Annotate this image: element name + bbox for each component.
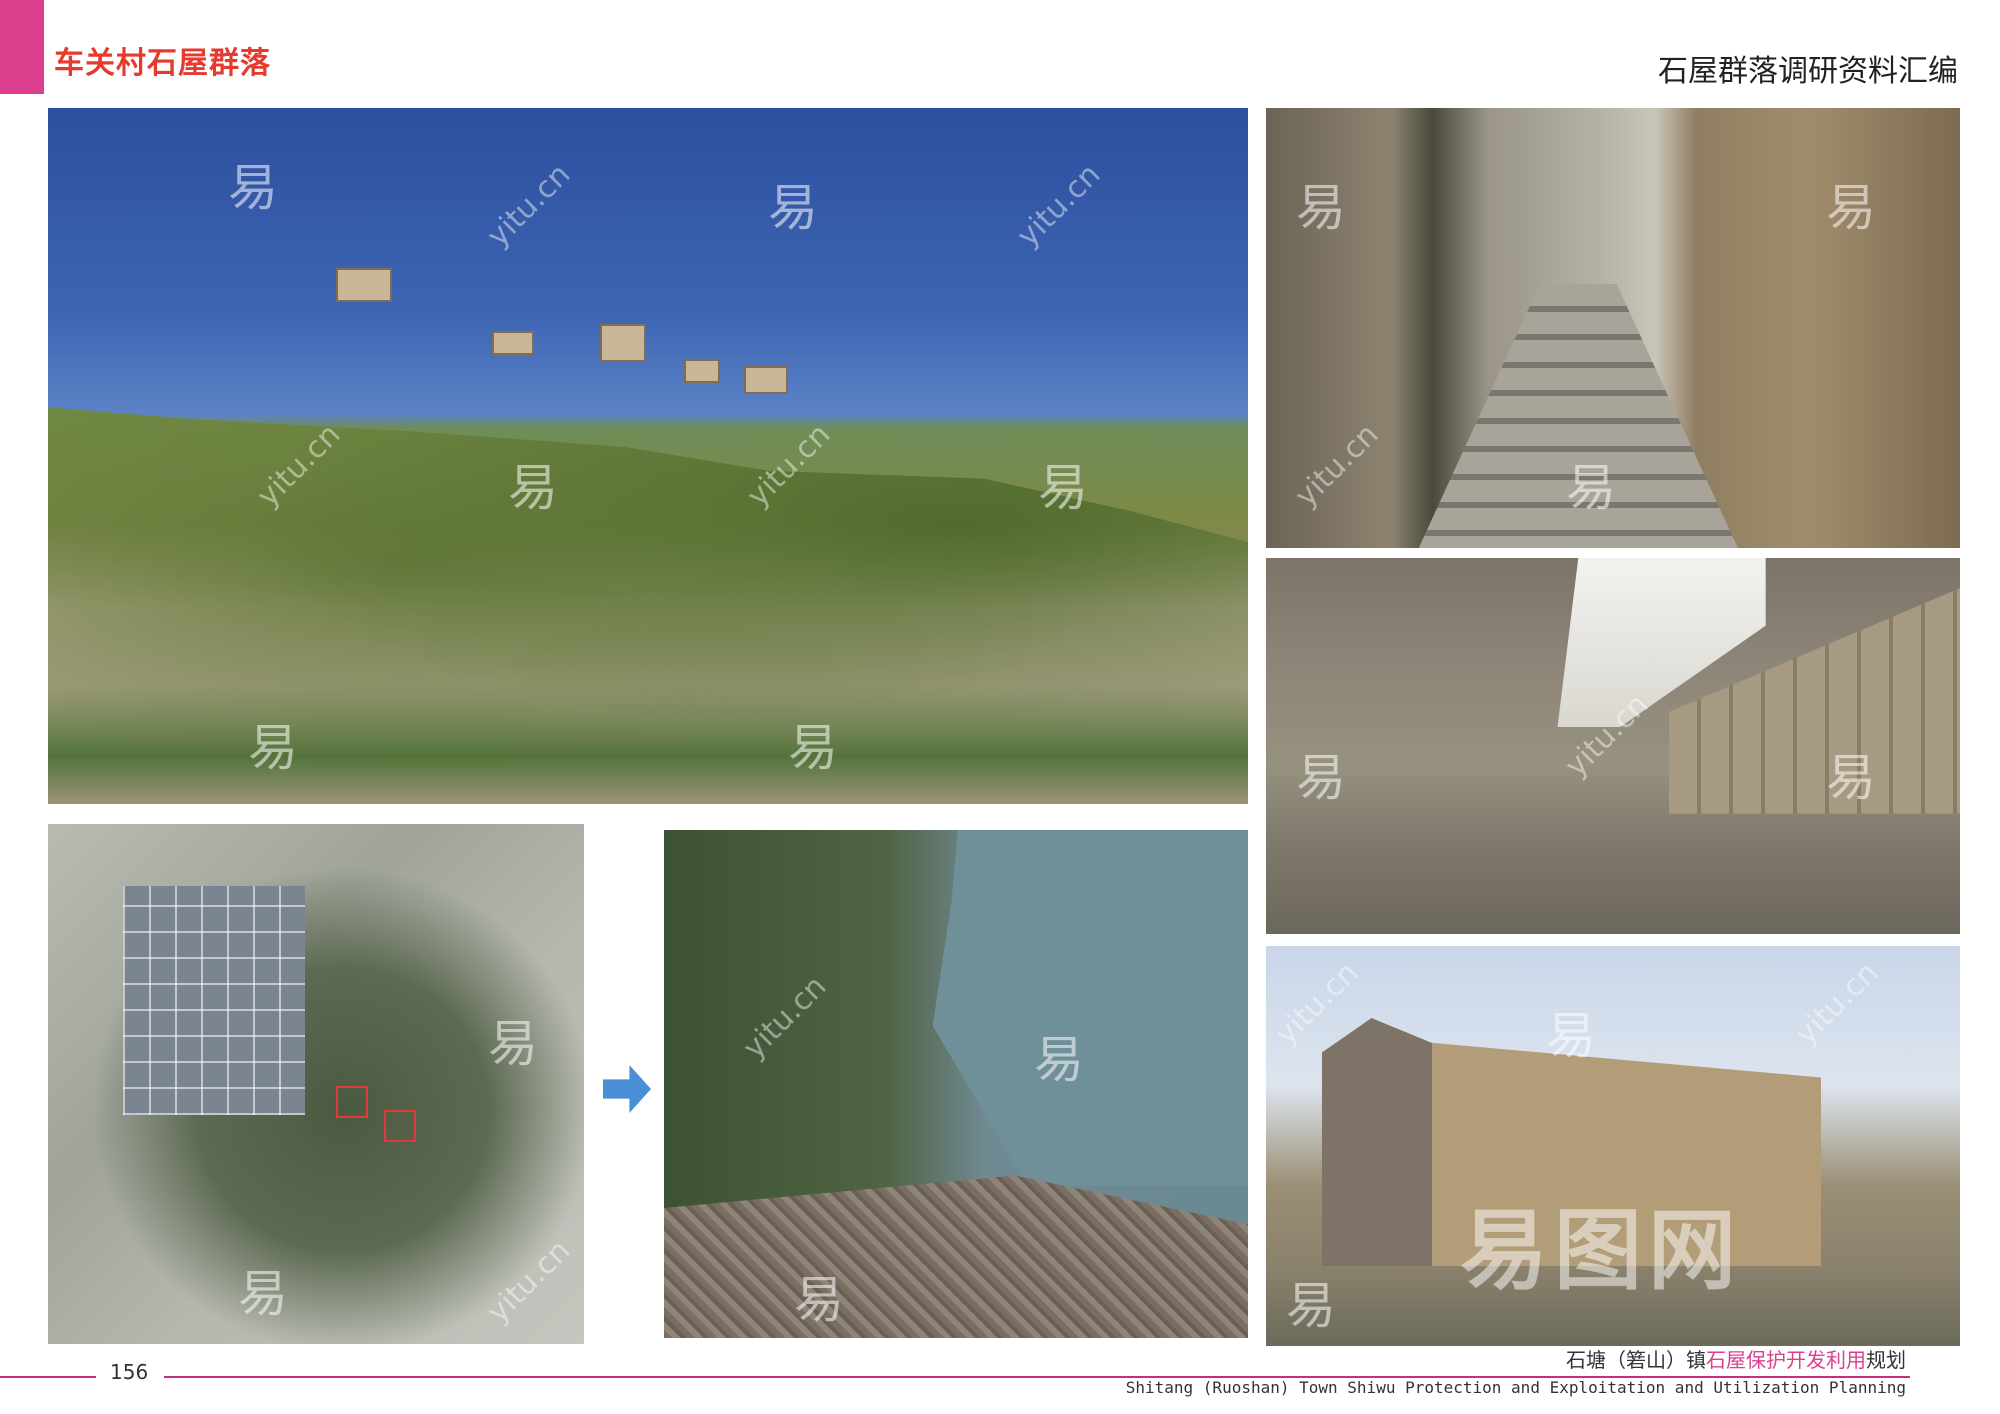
stone-house: [1321, 1018, 1822, 1266]
location-marker: [336, 1086, 368, 1118]
town-grid: [123, 886, 306, 1116]
watermark-url: yitu.cn: [1288, 417, 1386, 514]
watermark-url: yitu.cn: [1788, 955, 1886, 1052]
aerial-detail-map: 易 易 yitu.cn: [664, 830, 1248, 1338]
hillside-terrain: [48, 407, 1248, 804]
watermark-url: yitu.cn: [480, 1233, 578, 1330]
watermark: 易: [1826, 179, 1876, 237]
page-number: 156: [110, 1360, 149, 1384]
location-marker: [384, 1110, 416, 1142]
watermark-url: yitu.cn: [1010, 157, 1108, 254]
hilltop-house: [744, 365, 788, 394]
footer-rule-left: [0, 1376, 96, 1378]
watermark: 易: [1296, 749, 1346, 807]
watermark-url: yitu.cn: [736, 969, 834, 1066]
footer-plan-highlight: 石屋保护开发利用: [1706, 1348, 1866, 1372]
hilltop-house: [684, 358, 720, 383]
hilltop-house: [336, 268, 392, 303]
watermark: 易: [238, 1265, 288, 1323]
footer-plan-prefix: 石塘（箬山）镇: [1566, 1348, 1706, 1372]
bay-water: [932, 830, 1248, 1186]
watermark: 易: [228, 159, 278, 217]
hilltop-house: [492, 330, 534, 355]
document-title: 石屋群落调研资料汇编: [1658, 54, 1958, 89]
stone-street-photo: 易 易 yitu.cn: [1266, 558, 1960, 934]
arrow-right-icon: [603, 1065, 651, 1113]
village-rooftops: [664, 1175, 1248, 1338]
stone-steps: [1418, 284, 1738, 548]
overview-satellite-map: 易 易 yitu.cn: [48, 824, 584, 1344]
stone-stairs-photo: 易 易 易 yitu.cn: [1266, 108, 1960, 548]
accent-bar: [0, 0, 44, 94]
hilltop-house: [600, 323, 646, 362]
watermark: 易: [1286, 1277, 1336, 1335]
watermark: 易: [768, 179, 818, 237]
watermark-url: yitu.cn: [480, 157, 578, 254]
watermark: 易: [488, 1015, 538, 1073]
footer-plan-suffix: 规划: [1866, 1348, 1906, 1372]
watermark: 易: [1296, 179, 1346, 237]
hillside-photo: 易 易 易 易 易 易 yitu.cn yitu.cn yitu.cn yitu…: [48, 108, 1248, 804]
footer-plan-title-en: Shitang (Ruoshan) Town Shiwu Protection …: [1125, 1378, 1906, 1397]
footer-plan-title: 石塘（箬山）镇石屋保护开发利用规划: [1566, 1344, 1906, 1373]
page-title: 车关村石屋群落: [54, 46, 271, 81]
stone-house-photo: 易 易 yitu.cn yitu.cn: [1266, 946, 1960, 1346]
